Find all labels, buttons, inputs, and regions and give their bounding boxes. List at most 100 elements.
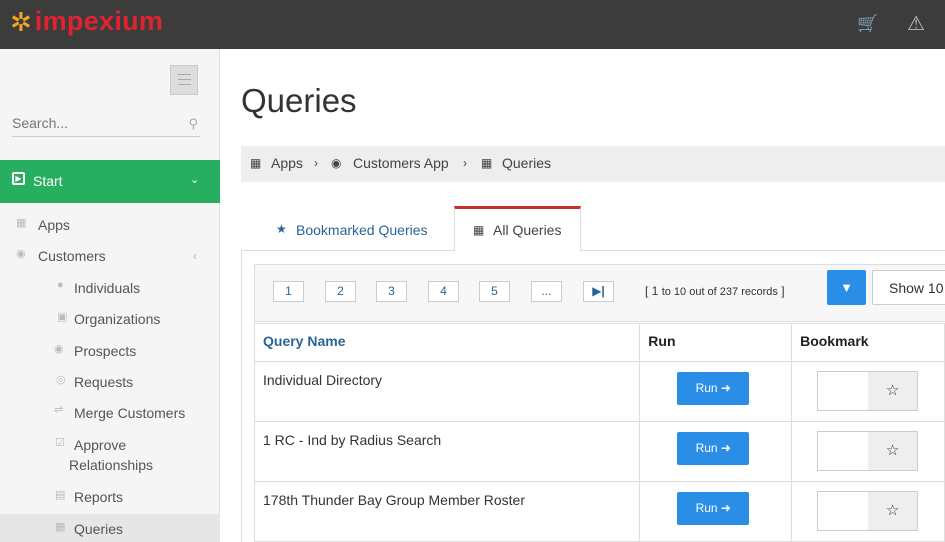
tab-label: All Queries [493, 222, 562, 238]
alert-icon[interactable]: ⚠ [907, 11, 925, 36]
query-name-cell[interactable]: 1 RC - Ind by Radius Search [253, 421, 641, 482]
breadcrumb-apps[interactable]: Apps [271, 155, 303, 171]
table-icon: ▦ [55, 521, 66, 533]
run-button[interactable]: Run ➜ [677, 372, 750, 405]
chevron-right-icon: › [314, 156, 318, 170]
sidebar-item-approve-relationships[interactable]: ☑ Approve Relationships [0, 432, 220, 482]
start-menu[interactable]: ▶ Start ⌄ [0, 160, 220, 203]
page-button-3[interactable]: 3 [376, 281, 407, 302]
filter-button[interactable]: ▼ [827, 270, 866, 305]
bookmark-toggle[interactable]: ☆ [817, 431, 919, 471]
table-icon: ▦ [481, 156, 493, 170]
column-query-name[interactable]: Query Name [253, 323, 641, 362]
lifebuoy-icon: ◎ [56, 374, 66, 386]
search-box: ⚲ [12, 115, 200, 137]
page-button-5[interactable]: 5 [479, 281, 510, 302]
page-button-4[interactable]: 4 [428, 281, 459, 302]
person-icon: ● [57, 279, 64, 291]
tab-bar: ★ Bookmarked Queries ▦ All Queries [241, 206, 945, 252]
table-header-row: Query Name Run Bookmark [253, 323, 945, 362]
tab-label: Bookmarked Queries [296, 222, 428, 238]
grid-icon: ▦ [250, 156, 262, 170]
bookmark-toggle[interactable]: ☆ [817, 491, 919, 531]
chevron-right-icon: › [463, 156, 467, 170]
page-button-ellipsis[interactable]: ... [531, 281, 562, 302]
star-outline-icon[interactable]: ☆ [868, 372, 918, 410]
sign-in-icon: ➜ [720, 381, 731, 395]
query-name-cell[interactable]: 178th Thunder Bay Group Member Roster [253, 481, 641, 542]
run-button[interactable]: Run ➜ [677, 432, 750, 465]
pagination-bar: 1 2 3 4 5 ... ▶| [ 1 to 10 out of 237 re… [254, 264, 945, 322]
chevron-down-icon: ⌄ [190, 174, 200, 186]
users-icon: ◉ [16, 248, 26, 260]
grid-icon: ▦ [16, 217, 27, 229]
star-outline-icon[interactable]: ☆ [868, 492, 918, 530]
table-icon: ▦ [473, 223, 485, 237]
sidebar-item-reports[interactable]: ▤ Reports [0, 484, 220, 512]
chevron-left-icon: ‹ [193, 249, 197, 263]
tab-all-queries[interactable]: ▦ All Queries [454, 206, 581, 252]
users-icon: ◉ [331, 156, 342, 170]
sidebar-item-label: Relationships [69, 457, 154, 473]
arrows-icon: ⇌ [54, 404, 64, 416]
filter-icon: ▼ [840, 280, 853, 295]
bar-chart-icon: ▤ [55, 489, 66, 501]
sidebar-item-merge-customers[interactable]: ⇌ Merge Customers [0, 400, 220, 428]
breadcrumb-customers-app[interactable]: Customers App [353, 155, 449, 171]
star-icon: ★ [276, 222, 287, 236]
sign-in-icon: ➜ [720, 501, 731, 515]
records-count: to 10 out of 237 records [661, 286, 778, 298]
star-outline-icon[interactable]: ☆ [868, 432, 918, 470]
search-icon[interactable]: ⚲ [188, 116, 198, 132]
bookmark-cell: ☆ [791, 361, 945, 422]
sidebar-item-label: Requests [74, 374, 134, 390]
sidebar-item-label: Prospects [74, 343, 137, 359]
page-size-select[interactable]: Show 10 [872, 270, 945, 305]
bookmark-toggle[interactable]: ☆ [817, 371, 919, 411]
play-icon: ▶ [12, 172, 25, 185]
run-label: Run [695, 381, 718, 395]
sidebar-item-label: Apps [38, 217, 70, 233]
bookmark-cell: ☆ [791, 481, 945, 542]
search-input[interactable] [12, 115, 172, 131]
tab-bookmarked-queries[interactable]: ★ Bookmarked Queries [259, 206, 453, 251]
sidebar-item-label: Queries [74, 521, 124, 537]
sidebar-item-requests[interactable]: ◎ Requests [0, 369, 220, 397]
bookmark-cell: ☆ [791, 421, 945, 482]
logo-text: impexium [34, 6, 164, 36]
sidebar-item-queries[interactable]: ▦ Queries [0, 514, 220, 542]
sidebar-item-organizations[interactable]: ▣ Organizations [0, 306, 220, 334]
sidebar-item-prospects[interactable]: ◉ Prospects [0, 338, 220, 366]
table-row: 1 RC - Ind by Radius Search Run ➜ ☆ [253, 421, 945, 482]
cart-icon[interactable]: 🛒 [857, 14, 878, 34]
menu-toggle-button[interactable] [170, 65, 198, 95]
sidebar-item-label: Reports [74, 489, 124, 505]
column-run: Run [639, 323, 793, 362]
sidebar-item-customers[interactable]: ◉ Customers ‹ [0, 243, 220, 271]
table-row: 178th Thunder Bay Group Member Roster Ru… [253, 481, 945, 542]
run-cell: Run ➜ [639, 481, 793, 542]
last-page-icon[interactable]: ▶| [583, 281, 614, 302]
queries-panel: 1 2 3 4 5 ... ▶| [ 1 to 10 out of 237 re… [241, 251, 945, 542]
table-row: Individual Directory Run ➜ ☆ [253, 361, 945, 422]
records-open: [ 1 [645, 284, 662, 298]
page-button-1[interactable]: 1 [273, 281, 304, 302]
column-bookmark: Bookmark [791, 323, 945, 362]
queries-table: Query Name Run Bookmark Individual Direc… [253, 323, 945, 542]
top-bar: ✲ impexium 🛒 ⚠ [0, 0, 945, 49]
sidebar: ⚲ ▶ Start ⌄ ▦ Apps ◉ Customers ‹ ● Indiv… [0, 49, 220, 542]
sidebar-item-individuals[interactable]: ● Individuals [0, 275, 220, 303]
sidebar-item-label: Customers [38, 248, 106, 264]
page-button-2[interactable]: 2 [325, 281, 356, 302]
records-info: [ 1 to 10 out of 237 records ] [645, 284, 785, 298]
run-button[interactable]: Run ➜ [677, 492, 750, 525]
breadcrumb: ▦ Apps › ◉ Customers App › ▦ Queries [241, 146, 945, 182]
run-label: Run [695, 441, 718, 455]
logo-star-icon: ✲ [10, 6, 32, 37]
logo[interactable]: ✲ impexium [10, 6, 163, 37]
sidebar-item-label: Individuals [74, 280, 141, 296]
users-icon: ◉ [54, 343, 64, 355]
query-name-cell[interactable]: Individual Directory [253, 361, 641, 422]
run-cell: Run ➜ [639, 361, 793, 422]
sidebar-item-apps[interactable]: ▦ Apps [0, 212, 220, 240]
